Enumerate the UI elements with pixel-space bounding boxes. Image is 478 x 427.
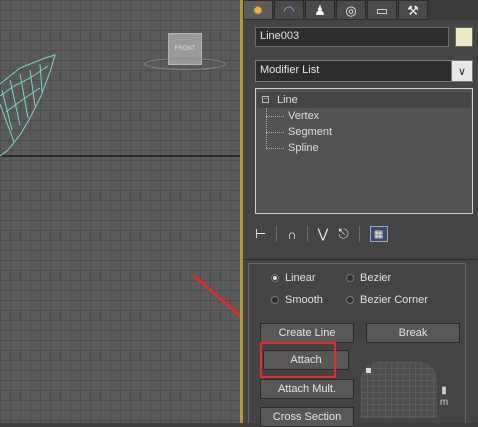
trash-icon[interactable]: ▮ m xyxy=(438,385,450,411)
collapse-toggle-icon[interactable]: − xyxy=(262,96,269,103)
tab-motion[interactable]: ◎ xyxy=(336,0,366,20)
modifier-stack: − Line Vertex Segment Spline xyxy=(255,88,473,214)
attach-mult-button[interactable]: Attach Mult. xyxy=(260,379,354,399)
preview-area xyxy=(361,362,437,418)
make-unique-icon[interactable]: ⋁ xyxy=(318,226,329,242)
break-button[interactable]: Break xyxy=(366,323,460,343)
viewport-front[interactable]: FRONT xyxy=(0,0,240,423)
tab-display[interactable]: ▭ xyxy=(367,0,397,20)
modifier-list-dropdown[interactable]: Modifier List ∨ xyxy=(255,60,473,82)
attach-highlight-annotation xyxy=(260,342,336,378)
create-icon: ✹ xyxy=(252,2,264,18)
radio-linear[interactable]: Linear xyxy=(271,272,316,284)
tab-create[interactable]: ✹ xyxy=(243,0,273,20)
modifier-list-label: Modifier List xyxy=(260,64,320,76)
create-line-button[interactable]: Create Line xyxy=(260,323,354,343)
pin-stack-icon[interactable]: ⊢ xyxy=(255,226,266,242)
divider xyxy=(243,259,478,260)
modify-icon: ◠ xyxy=(283,2,295,18)
command-panel-tabs: ✹ ◠ ♟ ◎ ▭ ⚒ xyxy=(243,0,478,20)
stack-toolbar: ⊢ ∩ ⋁ ⎋ ▦ xyxy=(255,224,388,244)
hierarchy-icon: ♟ xyxy=(314,2,326,18)
motion-icon: ◎ xyxy=(345,2,357,18)
radio-bezier[interactable]: Bezier xyxy=(346,272,391,284)
stack-item-vertex[interactable]: Vertex xyxy=(257,108,471,124)
chevron-down-icon: ∨ xyxy=(451,61,472,81)
stack-item-line[interactable]: − Line xyxy=(257,92,471,108)
configure-sets-icon[interactable]: ▦ xyxy=(369,226,388,242)
radio-bezier-corner[interactable]: Bezier Corner xyxy=(346,294,428,306)
show-end-result-icon[interactable]: ∩ xyxy=(287,227,296,242)
preview-marker xyxy=(366,368,371,373)
remove-modifier-icon[interactable]: ⎋ xyxy=(338,226,348,242)
object-name-field[interactable]: Line003 xyxy=(255,27,449,47)
tab-modify[interactable]: ◠ xyxy=(274,0,304,20)
utilities-icon: ⚒ xyxy=(407,2,419,18)
display-icon: ▭ xyxy=(375,2,389,18)
cross-section-button[interactable]: Cross Section xyxy=(260,407,354,427)
tab-utilities[interactable]: ⚒ xyxy=(398,0,428,20)
stack-item-spline[interactable]: Spline xyxy=(257,132,471,156)
object-color-swatch[interactable] xyxy=(455,27,473,47)
viewcube-label: FRONT xyxy=(174,46,196,52)
tab-hierarchy[interactable]: ♟ xyxy=(305,0,335,20)
stack-item-line-label: Line xyxy=(277,94,298,106)
stack-item-segment[interactable]: Segment xyxy=(257,116,471,140)
viewcube-ring[interactable] xyxy=(144,58,226,70)
radio-smooth[interactable]: Smooth xyxy=(271,294,323,306)
